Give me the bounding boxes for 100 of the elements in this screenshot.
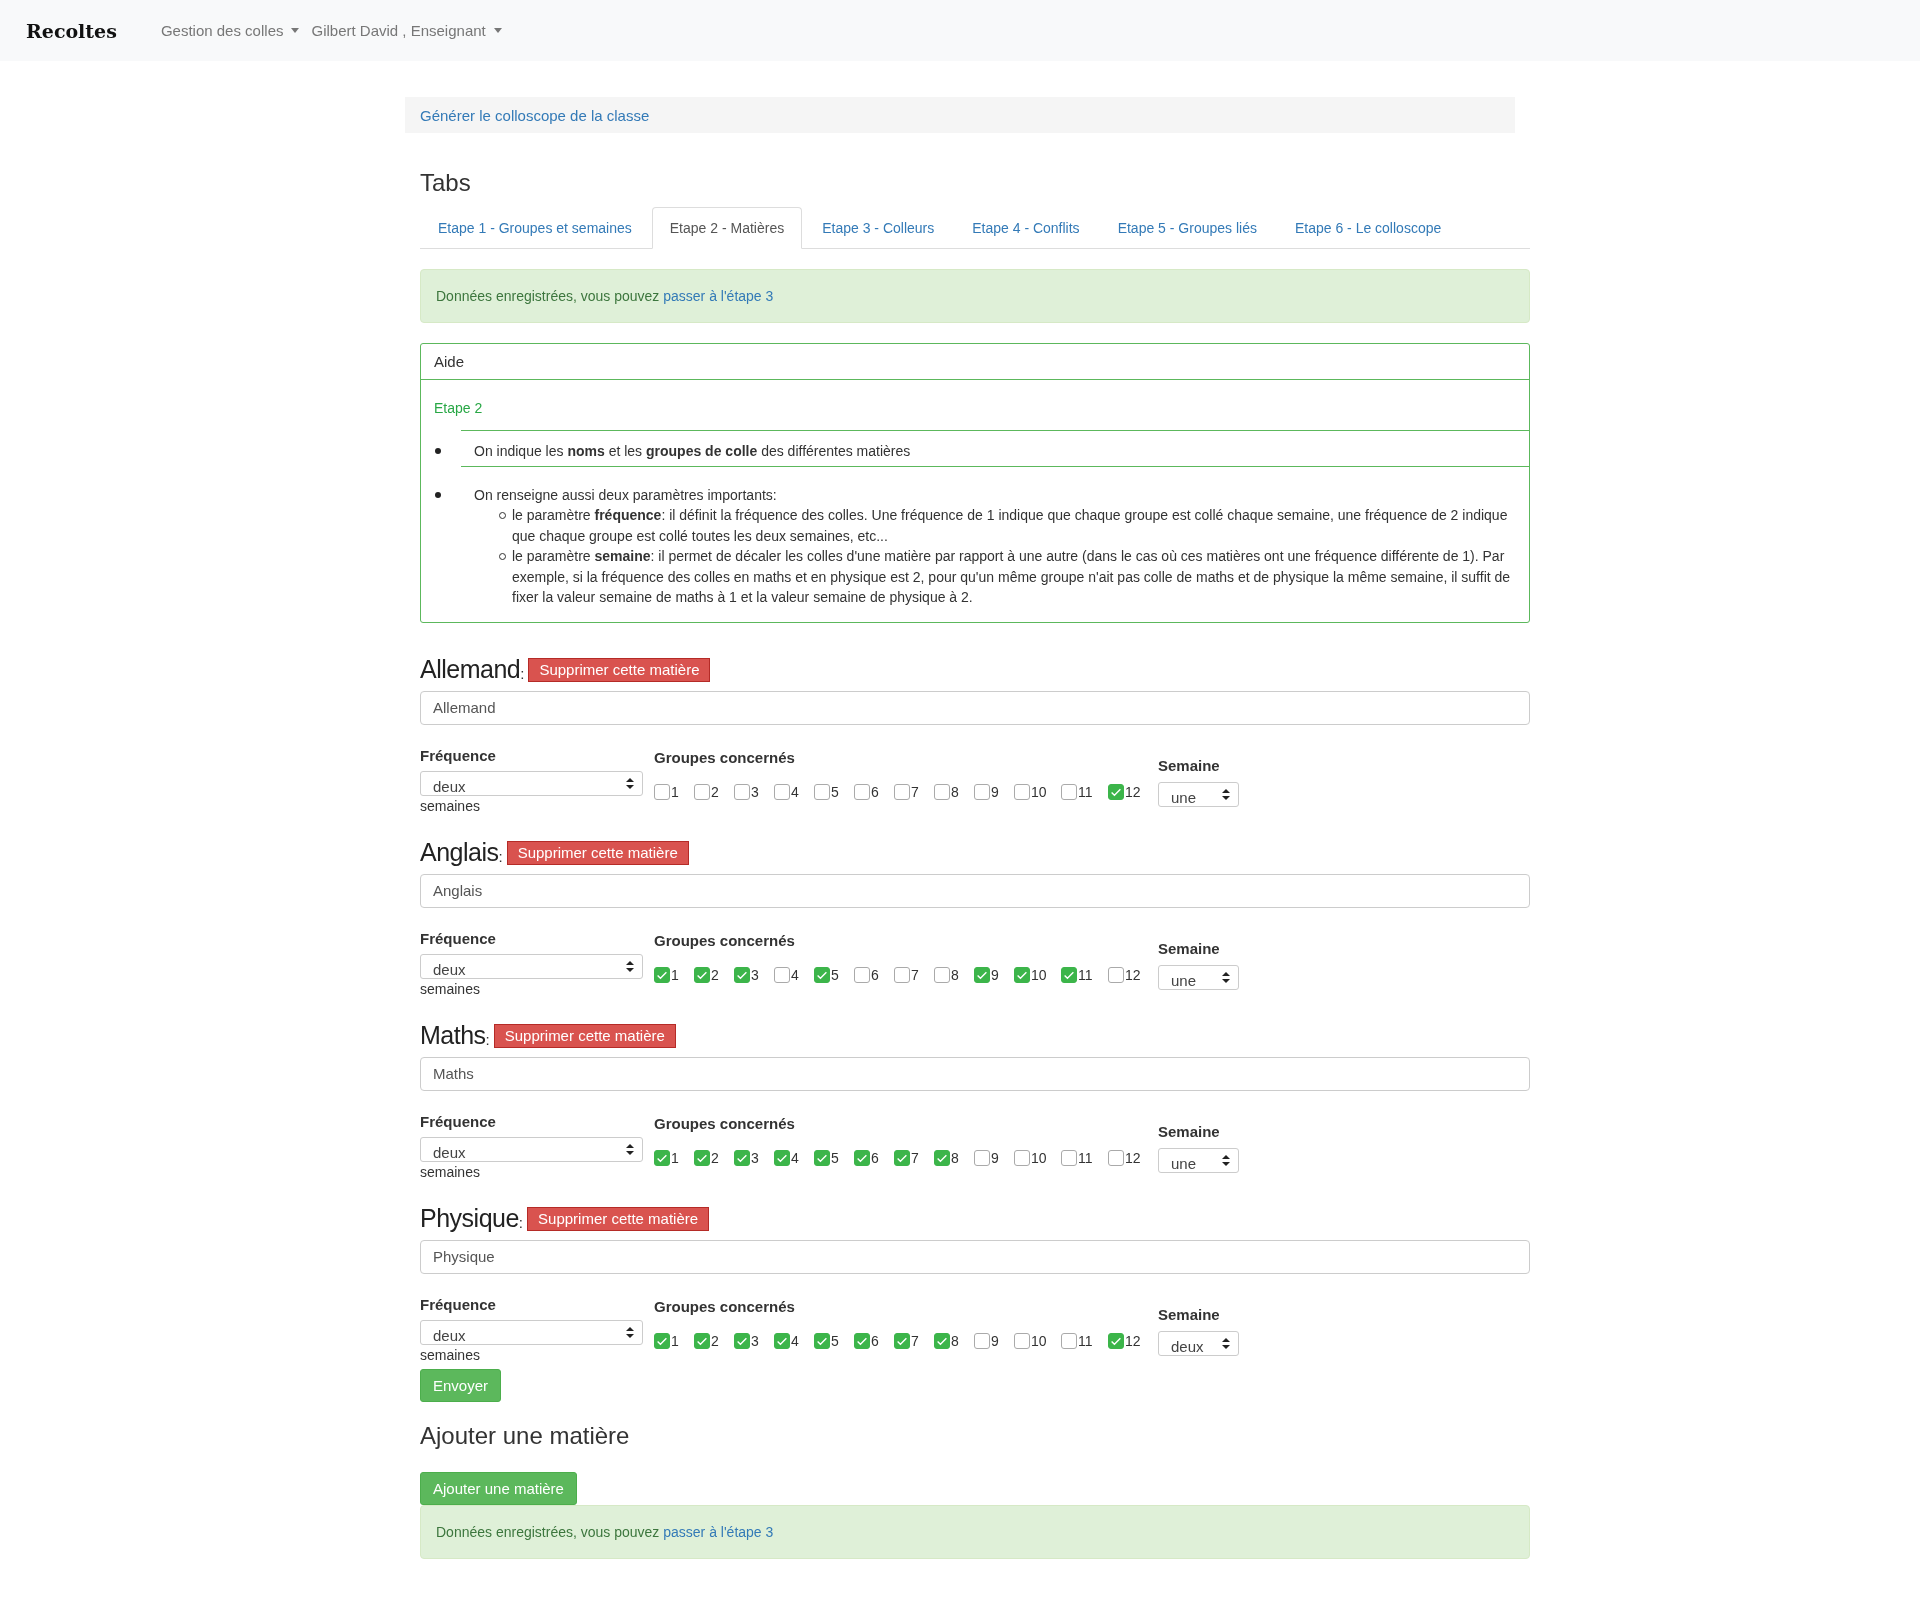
checkbox-label: 6 — [871, 783, 879, 800]
frequency-select[interactable]: deux — [420, 953, 643, 979]
checkbox[interactable] — [934, 966, 950, 983]
tab[interactable]: Etape 5 - Groupes liés — [1099, 207, 1275, 249]
checkbox-label: 2 — [711, 783, 719, 800]
panel-title: Aide — [434, 353, 465, 370]
checkbox[interactable] — [1061, 966, 1077, 983]
tab[interactable]: Etape 3 - Colleurs — [804, 207, 953, 249]
frequency-select[interactable]: deux — [420, 770, 643, 796]
checkbox[interactable] — [734, 783, 750, 800]
checkbox-label: 5 — [831, 783, 839, 800]
step-link[interactable]: passer à l'étape 3 — [663, 288, 774, 304]
checkbox[interactable] — [894, 966, 910, 983]
checkbox[interactable] — [1061, 1149, 1077, 1166]
checkbox[interactable] — [1014, 1149, 1030, 1166]
checkbox[interactable] — [814, 1332, 830, 1349]
checkbox[interactable] — [974, 966, 990, 983]
checkbox[interactable] — [854, 966, 870, 983]
delete-button[interactable]: Supprimer cette matière — [527, 1206, 710, 1231]
field-suffix: semaines — [420, 1346, 481, 1363]
checkbox[interactable] — [1108, 1149, 1124, 1166]
week-select[interactable]: une — [1158, 781, 1239, 807]
updown-icon — [626, 960, 634, 972]
checkbox[interactable] — [1061, 1332, 1077, 1349]
checkbox[interactable] — [654, 1149, 670, 1166]
checkbox[interactable] — [854, 783, 870, 800]
checkbox[interactable] — [1014, 783, 1030, 800]
checkbox[interactable] — [694, 783, 710, 800]
name-field[interactable]: Anglais — [420, 873, 1530, 908]
checkbox[interactable] — [654, 783, 670, 800]
step-link[interactable]: passer à l'étape 3 — [663, 1523, 774, 1540]
week-select[interactable]: deux — [1158, 1330, 1239, 1356]
checkbox[interactable] — [894, 1332, 910, 1349]
checkbox[interactable] — [654, 1332, 670, 1349]
checkbox[interactable] — [814, 966, 830, 983]
checkbox[interactable] — [1108, 1332, 1124, 1349]
checkbox[interactable] — [854, 1149, 870, 1166]
checkbox-label: 12 — [1125, 1332, 1141, 1349]
tab[interactable]: Etape 1 - Groupes et semaines — [420, 207, 650, 249]
checkbox[interactable] — [934, 1149, 950, 1166]
checkbox[interactable] — [774, 1332, 790, 1349]
delete-button[interactable]: Supprimer cette matière — [528, 657, 711, 682]
delete-button[interactable]: Supprimer cette matière — [506, 840, 689, 865]
submit-button[interactable]: Envoyer — [420, 1368, 502, 1402]
checkbox[interactable] — [1014, 1332, 1030, 1349]
checkbox[interactable] — [854, 1332, 870, 1349]
field-suffix: semaines — [420, 1163, 481, 1180]
field-label: Semaine — [1158, 756, 1221, 776]
name-field[interactable]: Allemand — [420, 690, 1530, 725]
checkbox-label: 11 — [1078, 783, 1093, 800]
brand-logo[interactable]: Recoltes — [26, 19, 117, 42]
tab[interactable]: Etape 4 - Conflits — [954, 207, 1098, 249]
week-select[interactable]: une — [1158, 964, 1239, 990]
checkbox[interactable] — [734, 1332, 750, 1349]
checkbox-label: 8 — [951, 1332, 959, 1349]
checkbox[interactable] — [1108, 966, 1124, 983]
checkbox[interactable] — [974, 1332, 990, 1349]
week-select[interactable]: une — [1158, 1147, 1239, 1173]
checkbox[interactable] — [1061, 783, 1077, 800]
bullet-icon — [435, 448, 441, 454]
checkbox[interactable] — [694, 966, 710, 983]
checkbox[interactable] — [734, 1149, 750, 1166]
checkbox[interactable] — [814, 1149, 830, 1166]
subject-title: Physique — [420, 1204, 519, 1233]
breadcrumb-link[interactable]: Générer le colloscope de la classe — [420, 106, 650, 124]
name-field[interactable]: Maths — [420, 1056, 1530, 1091]
checkbox[interactable] — [654, 966, 670, 983]
checkbox[interactable] — [1108, 783, 1124, 800]
name-field[interactable]: Physique — [420, 1239, 1530, 1274]
checkbox[interactable] — [894, 783, 910, 800]
field-label: Groupes concernés — [654, 1297, 796, 1317]
tab[interactable]: Etape 6 - Le colloscope — [1276, 207, 1460, 249]
add-subject-button[interactable]: Ajouter une matière — [420, 1471, 577, 1505]
nav-menu[interactable]: Gilbert David , Enseignant — [311, 22, 512, 39]
checkbox-label: 10 — [1031, 966, 1047, 983]
checkbox[interactable] — [694, 1149, 710, 1166]
checkbox[interactable] — [974, 1149, 990, 1166]
field-label: Fréquence — [420, 746, 497, 766]
frequency-select[interactable]: deux — [420, 1319, 643, 1345]
colon: : — [520, 665, 525, 682]
checkbox[interactable] — [934, 1332, 950, 1349]
field-label: Groupes concernés — [654, 931, 796, 951]
nav-menu[interactable]: Gestion des colles — [160, 22, 310, 39]
checkbox[interactable] — [774, 1149, 790, 1166]
checkbox[interactable] — [774, 966, 790, 983]
checkbox-label: 3 — [751, 783, 759, 800]
checkbox[interactable] — [974, 783, 990, 800]
field-label: Semaine — [1158, 1305, 1221, 1325]
checkbox[interactable] — [894, 1149, 910, 1166]
delete-button[interactable]: Supprimer cette matière — [493, 1023, 676, 1048]
tab[interactable]: Etape 2 - Matières — [651, 207, 803, 249]
checkbox[interactable] — [774, 783, 790, 800]
checkbox-label: 8 — [951, 783, 959, 800]
checkbox[interactable] — [694, 1332, 710, 1349]
checkbox[interactable] — [734, 966, 750, 983]
checkbox-label: 3 — [751, 1149, 759, 1166]
checkbox[interactable] — [934, 783, 950, 800]
checkbox[interactable] — [1014, 966, 1030, 983]
checkbox[interactable] — [814, 783, 830, 800]
frequency-select[interactable]: deux — [420, 1136, 643, 1162]
